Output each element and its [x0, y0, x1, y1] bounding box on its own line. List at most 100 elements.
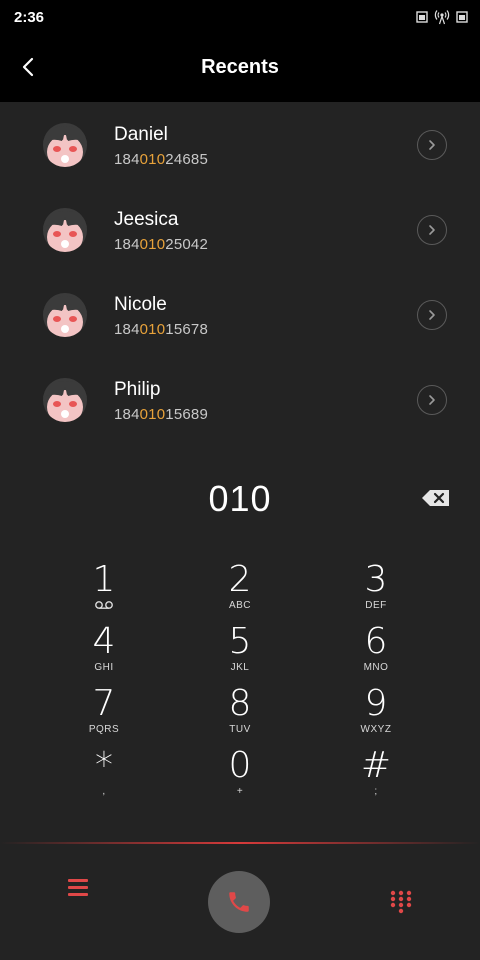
number-prefix: 184: [114, 321, 140, 338]
keypad-key-hash[interactable]: #;: [308, 746, 444, 808]
hotspot-icon: [434, 10, 450, 25]
contact-detail-button[interactable]: [417, 215, 447, 245]
keypad-row: *, 0 + #;: [36, 746, 444, 808]
contact-number: 18401025042: [114, 236, 208, 253]
contact-name: Daniel: [114, 124, 168, 145]
call-button[interactable]: [208, 871, 270, 933]
key-letters: TUV: [229, 724, 251, 735]
key-digit: 0: [228, 745, 252, 786]
number-suffix: 24685: [165, 151, 208, 168]
number-suffix: 15678: [165, 321, 208, 338]
voicemail-icon: [36, 600, 172, 612]
backspace-button[interactable]: [421, 488, 451, 508]
contact-number: 18401024685: [114, 151, 208, 168]
key-letters: +: [236, 786, 244, 797]
status-time: 2:36: [14, 8, 45, 26]
key-letters: GHI: [94, 662, 114, 673]
status-icons: [416, 9, 468, 25]
contact-row[interactable]: Daniel 18401024685: [0, 102, 480, 187]
key-letters: WXYZ: [360, 724, 392, 735]
page-title: Recents: [201, 56, 279, 78]
chevron-right-icon: [429, 225, 435, 235]
number-prefix: 184: [114, 406, 140, 423]
key-digit: 3: [364, 559, 388, 600]
key-digit: 9: [364, 683, 388, 724]
key-digit: 7: [92, 683, 116, 724]
avatar: [43, 293, 87, 337]
avatar: [43, 378, 87, 422]
keypad-key-9[interactable]: 9 WXYZ: [308, 684, 444, 746]
keypad-key-star[interactable]: *,: [36, 746, 172, 808]
contact-detail-button[interactable]: [417, 300, 447, 330]
keypad-row: 1 2 ABC 3 DEF: [36, 560, 444, 622]
key-letters: DEF: [365, 600, 387, 611]
keypad-key-3[interactable]: 3 DEF: [308, 560, 444, 622]
contact-avatar: [42, 292, 88, 338]
sim-card-icon: [416, 11, 428, 23]
avatar: [43, 208, 87, 252]
number-match-highlight: 010: [139, 151, 166, 168]
number-prefix: 184: [114, 236, 140, 253]
chevron-right-icon: [429, 310, 435, 320]
keypad-key-0[interactable]: 0 +: [172, 746, 308, 808]
contact-avatar: [42, 377, 88, 423]
backspace-icon: [422, 490, 449, 506]
keypad-row: 4 GHI 5 JKL 6 MNO: [36, 622, 444, 684]
number-match-highlight: 010: [139, 406, 166, 423]
contact-number: 18401015678: [114, 321, 208, 338]
recents-list: Daniel 18401024685 Jeesica 18401025042 N…: [0, 102, 480, 442]
key-digit: 8: [228, 683, 252, 724]
contact-avatar: [42, 122, 88, 168]
contact-row[interactable]: Jeesica 18401025042: [0, 187, 480, 272]
contact-detail-button[interactable]: [417, 130, 447, 160]
keypad-key-1[interactable]: 1: [36, 560, 172, 622]
keypad-key-7[interactable]: 7 PQRS: [36, 684, 172, 746]
menu-icon: [68, 879, 88, 896]
app-header: Recents: [0, 34, 480, 102]
keypad-row: 7 PQRS 8 TUV 9 WXYZ: [36, 684, 444, 746]
key-letters: ;: [374, 786, 378, 797]
key-digit: *: [95, 745, 113, 786]
chevron-right-icon: [429, 140, 435, 150]
key-letters: JKL: [230, 662, 250, 673]
contact-name: Nicole: [114, 294, 167, 315]
key-letters: ,: [102, 786, 106, 797]
contact-number: 18401015689: [114, 406, 208, 423]
number-suffix: 25042: [165, 236, 208, 253]
sim-card-icon: [456, 11, 468, 23]
key-letters: ABC: [228, 600, 252, 611]
number-match-highlight: 010: [139, 321, 166, 338]
contact-avatar: [42, 207, 88, 253]
avatar: [43, 123, 87, 167]
keypad-key-4[interactable]: 4 GHI: [36, 622, 172, 684]
bottom-bar: [0, 844, 480, 960]
key-digit: 4: [92, 621, 116, 662]
key-letters: PQRS: [88, 724, 120, 735]
contact-row[interactable]: Nicole 18401015678: [0, 272, 480, 357]
number-suffix: 15689: [165, 406, 208, 423]
contact-row[interactable]: Philip 18401015689: [0, 357, 480, 442]
key-digit: 2: [228, 559, 252, 600]
key-letters: MNO: [363, 662, 389, 673]
dial-input-display[interactable]: 010: [0, 478, 480, 520]
keypad-key-2[interactable]: 2 ABC: [172, 560, 308, 622]
status-bar: 2:36: [0, 0, 480, 34]
key-digit: 5: [228, 621, 252, 662]
number-match-highlight: 010: [139, 236, 166, 253]
key-digit: 6: [364, 621, 388, 662]
menu-button[interactable]: [66, 876, 92, 900]
key-digit: 1: [92, 559, 116, 600]
contact-detail-button[interactable]: [417, 385, 447, 415]
chevron-right-icon: [429, 395, 435, 405]
dial-keypad: 1 2 ABC 3 DEF 4 GHI 5 JKL 6 MNO 7 PQRS 8 TUV 9 WXYZ *, 0 +…: [36, 560, 444, 808]
keypad-key-8[interactable]: 8 TUV: [172, 684, 308, 746]
phone-icon: [229, 892, 249, 912]
contact-name: Philip: [114, 379, 161, 400]
keypad-toggle-button[interactable]: [389, 890, 413, 914]
dialpad-icon: [390, 890, 412, 914]
contact-name: Jeesica: [114, 209, 179, 230]
key-digit: #: [360, 745, 392, 786]
number-prefix: 184: [114, 151, 140, 168]
keypad-key-6[interactable]: 6 MNO: [308, 622, 444, 684]
keypad-key-5[interactable]: 5 JKL: [172, 622, 308, 684]
